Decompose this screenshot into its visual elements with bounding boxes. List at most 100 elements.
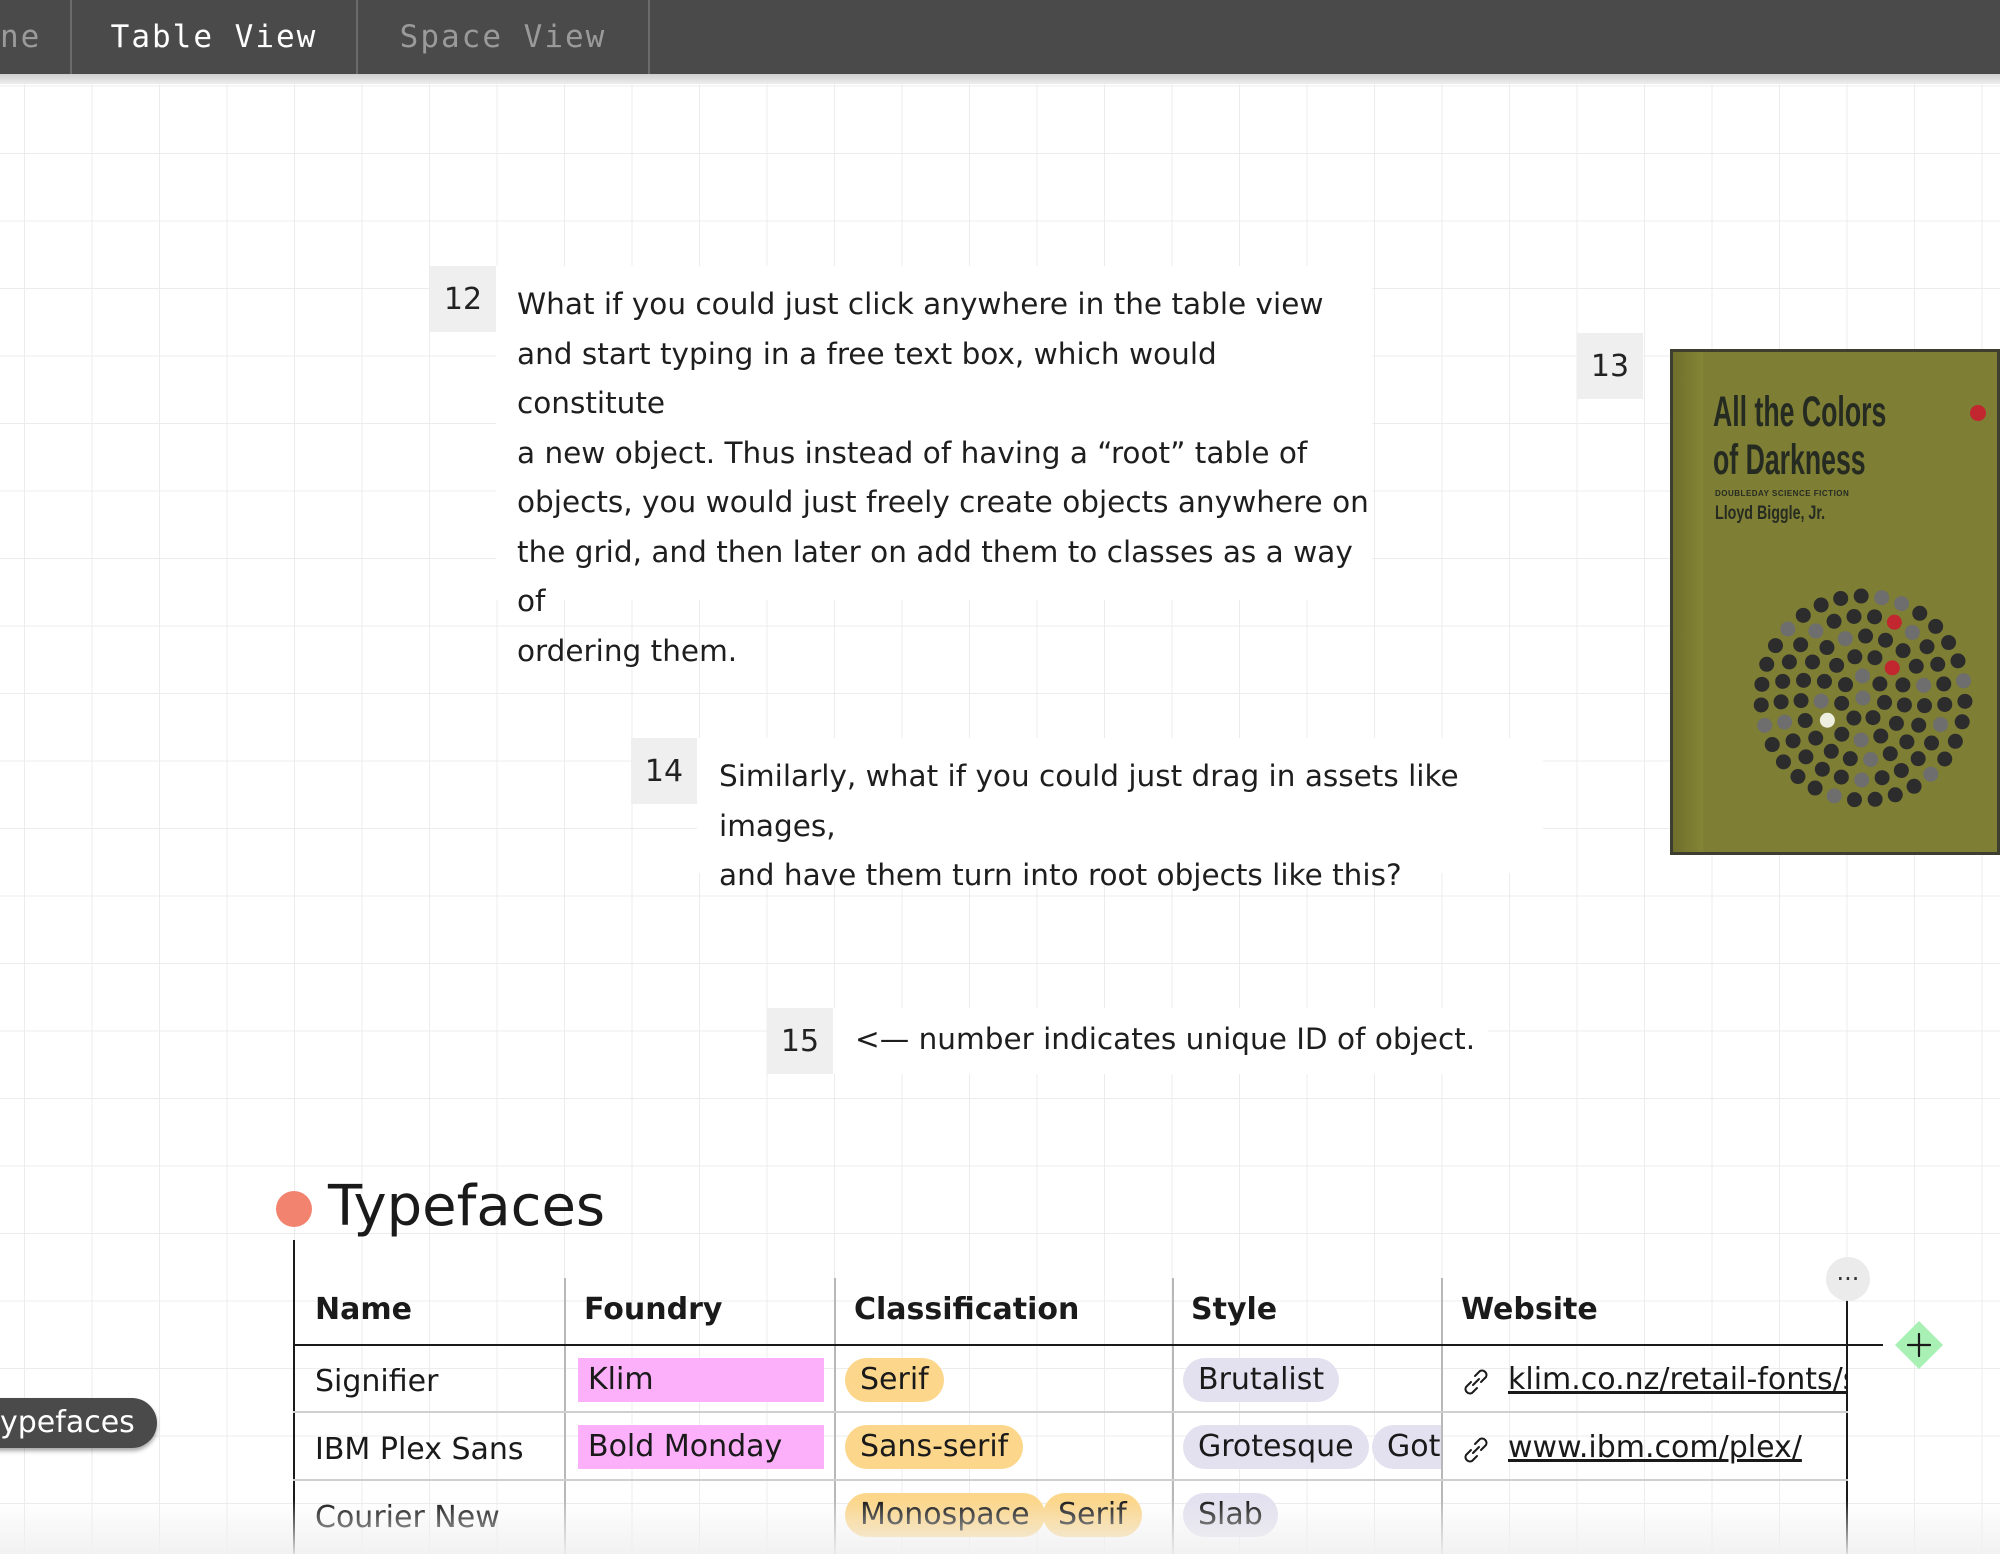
cell-name[interactable]: IBM Plex Sans — [315, 1432, 524, 1467]
text-line: a new object. Thus instead of having a “… — [517, 435, 1308, 470]
book-pattern-dot — [1795, 607, 1811, 623]
book-pattern-dot — [1917, 698, 1933, 714]
object-id-tag: 12 — [430, 266, 496, 332]
book-pattern-dot — [1754, 676, 1770, 692]
foundry-tag[interactable]: Klim — [578, 1358, 824, 1402]
text-line: <— number indicates unique ID of object. — [855, 1022, 1476, 1056]
book-pattern-dot — [1781, 654, 1797, 670]
book-pattern-dot — [1957, 693, 1973, 709]
book-pattern-dot — [1853, 588, 1869, 604]
book-pattern-dot — [1767, 638, 1783, 654]
class-side-label[interactable]: ypefaces — [0, 1398, 157, 1448]
link-icon — [1464, 1437, 1488, 1463]
class-title[interactable]: Typefaces — [328, 1174, 605, 1239]
book-pattern-dot — [1950, 653, 1966, 669]
tab-partial[interactable]: ne — [0, 0, 72, 74]
style-tag[interactable]: Grotesque — [1183, 1425, 1369, 1469]
book-pattern-dot — [1937, 751, 1953, 767]
book-pattern-dot — [1858, 628, 1874, 644]
book-spine — [1673, 352, 1703, 852]
tab-space-view[interactable]: Space View — [358, 0, 650, 74]
book-series: DOUBLEDAY SCIENCE FICTION — [1715, 489, 1850, 498]
cell-name[interactable]: Signifier — [315, 1364, 438, 1399]
book-pattern-dot — [1954, 714, 1970, 730]
book-pattern-dot — [1798, 749, 1814, 765]
book-pattern-dot — [1887, 787, 1903, 803]
table-right-border — [1846, 1278, 1848, 1554]
book-cover-image[interactable]: All the Colors of Darkness DOUBLEDAY SCI… — [1670, 349, 2000, 855]
column-header-style[interactable]: Style — [1191, 1292, 1277, 1327]
text-object-14[interactable]: Similarly, what if you could just drag i… — [697, 738, 1543, 892]
tab-table-view-label: Table View — [110, 19, 318, 55]
website-link[interactable]: klim.co.nz/retail-fonts/s — [1508, 1362, 1848, 1397]
text-line: and start typing in a free text box, whi… — [517, 336, 1217, 421]
book-pattern-dot — [1867, 609, 1883, 625]
book-pattern-dot — [1837, 631, 1853, 647]
book-pattern-dot — [1759, 656, 1775, 672]
tab-table-view[interactable]: Table View — [72, 0, 358, 74]
book-pattern-dot — [1855, 690, 1871, 706]
table-left-border — [293, 1240, 295, 1554]
style-tag[interactable]: Slab — [1183, 1493, 1278, 1537]
style-tag[interactable]: Goth — [1372, 1425, 1441, 1469]
book-pattern-dot — [1865, 710, 1881, 726]
text-object-15[interactable]: <— number indicates unique ID of object. — [833, 1008, 1488, 1074]
book-pattern-dot — [1854, 772, 1870, 788]
book-pattern-dot — [1764, 737, 1780, 753]
book-title: All the Colors of Darkness — [1713, 388, 1887, 484]
more-options-button[interactable]: ··· — [1826, 1257, 1870, 1301]
column-divider — [1441, 1278, 1443, 1554]
column-header-website[interactable]: Website — [1461, 1292, 1598, 1327]
book-pattern-dot — [1878, 632, 1894, 648]
book-pattern-dot — [1894, 596, 1910, 612]
website-link[interactable]: www.ibm.com/plex/ — [1508, 1430, 1848, 1465]
book-pattern-dot — [1775, 754, 1791, 770]
text-object-12[interactable]: What if you could just click anywhere in… — [496, 266, 1372, 668]
book-pattern-dot — [1906, 778, 1922, 794]
book-pattern-dot — [1888, 715, 1904, 731]
book-pattern-dot — [1808, 730, 1824, 746]
book-pattern-dot — [1842, 751, 1858, 767]
column-header-foundry[interactable]: Foundry — [584, 1292, 722, 1327]
style-tag-clip: Goth — [1372, 1425, 1441, 1469]
book-pattern-dot — [1823, 743, 1839, 759]
classification-tag[interactable]: Serif — [1043, 1493, 1142, 1537]
book-pattern-dot — [1773, 694, 1789, 710]
book-pattern-dot — [1874, 590, 1890, 606]
book-pattern-dot — [1797, 713, 1813, 729]
book-pattern-dot — [1882, 746, 1898, 762]
book-pattern-dot — [1895, 677, 1911, 693]
book-pattern-dot — [1846, 710, 1862, 726]
column-divider — [834, 1278, 836, 1554]
cell-name[interactable]: Courier New — [315, 1500, 500, 1535]
book-pattern-dot — [1853, 732, 1869, 748]
classification-tag[interactable]: Serif — [845, 1358, 944, 1402]
add-column-button[interactable] — [1893, 1319, 1945, 1371]
class-color-dot — [276, 1191, 312, 1227]
column-header-classification[interactable]: Classification — [854, 1292, 1079, 1327]
book-pattern-dot — [1874, 770, 1890, 786]
object-id-tag: 14 — [631, 738, 697, 804]
book-pattern-dot — [1936, 676, 1952, 692]
book-pattern-dot — [1941, 635, 1957, 651]
book-pattern-dot — [1814, 761, 1830, 777]
text-line: What if you could just click anywhere in… — [517, 287, 1324, 321]
book-pattern-dot — [1884, 660, 1900, 676]
book-pattern-dot — [1833, 769, 1849, 785]
column-header-name[interactable]: Name — [315, 1292, 412, 1327]
style-tag[interactable]: Brutalist — [1183, 1358, 1340, 1402]
foundry-tag[interactable]: Bold Monday — [578, 1425, 824, 1469]
book-pattern-dot — [1819, 712, 1835, 728]
book-pattern-dot — [1886, 614, 1902, 630]
book-pattern-dot — [1807, 780, 1823, 796]
book-pattern-dot — [1908, 658, 1924, 674]
book-pattern-dot — [1904, 624, 1920, 640]
book-pattern-dot — [1793, 637, 1809, 653]
book-pattern-dot — [1912, 605, 1928, 621]
book-pattern-dot — [1834, 726, 1850, 742]
book-pattern-dot — [1867, 650, 1883, 666]
classification-tag[interactable]: Sans-serif — [845, 1425, 1024, 1469]
book-pattern-dot — [1873, 728, 1889, 744]
book-pattern-dot — [1813, 693, 1829, 709]
classification-tag[interactable]: Monospace — [845, 1493, 1045, 1537]
